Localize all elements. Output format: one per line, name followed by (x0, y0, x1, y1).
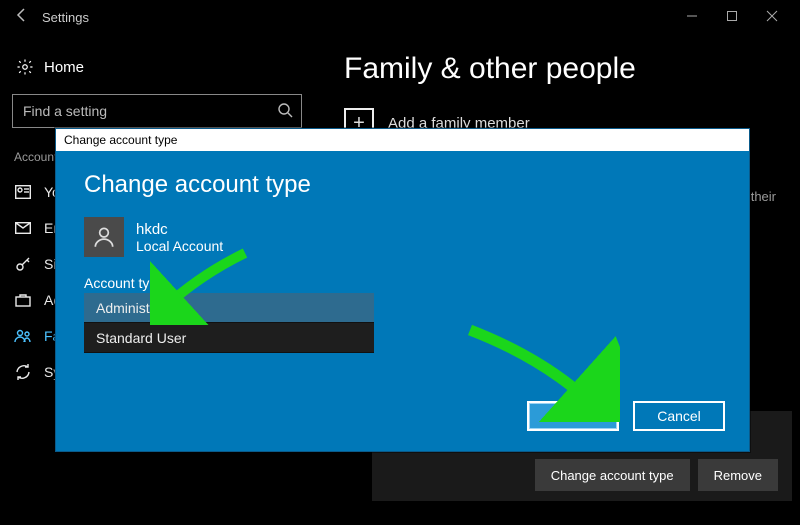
settings-window: Settings Home Find a setting Accounts (0, 0, 800, 525)
dialog-titlebar-text: Change account type (64, 133, 177, 147)
dialog-heading: Change account type (84, 171, 721, 199)
home-link[interactable]: Home (16, 58, 310, 76)
gear-icon (16, 58, 34, 76)
window-title: Settings (42, 10, 672, 25)
account-type-dropdown[interactable]: Administrator Standard User (84, 293, 374, 353)
search-icon (277, 102, 293, 121)
change-account-type-dialog: Change account type Change account type … (55, 128, 750, 452)
person-card-icon (14, 185, 32, 199)
briefcase-icon (14, 293, 32, 307)
dialog-user-sub: Local Account (136, 238, 223, 254)
option-standard-user[interactable]: Standard User (84, 323, 374, 353)
avatar-icon (84, 217, 124, 257)
remove-button[interactable]: Remove (698, 459, 778, 491)
change-account-type-button[interactable]: Change account type (535, 459, 690, 491)
close-button[interactable] (752, 10, 792, 25)
minimize-button[interactable] (672, 10, 712, 25)
sync-icon (14, 364, 32, 380)
maximize-button[interactable] (712, 10, 752, 25)
cancel-button[interactable]: Cancel (633, 401, 725, 431)
key-icon (14, 256, 32, 272)
search-placeholder: Find a setting (23, 103, 107, 119)
ok-button[interactable]: OK (527, 401, 619, 431)
page-title: Family & other people (344, 52, 776, 86)
people-icon (14, 329, 32, 343)
dialog-titlebar: Change account type (56, 129, 749, 151)
option-administrator[interactable]: Administrator (84, 293, 374, 323)
back-button[interactable] (8, 7, 36, 28)
search-input[interactable]: Find a setting (12, 94, 302, 128)
dialog-user-name: hkdc (136, 221, 223, 238)
dialog-user-row: hkdc Local Account (84, 217, 721, 257)
account-type-label: Account type (84, 275, 721, 291)
trailing-desc: their (751, 189, 776, 204)
window-titlebar: Settings (0, 0, 800, 34)
mail-icon (14, 222, 32, 234)
home-label: Home (44, 59, 84, 76)
